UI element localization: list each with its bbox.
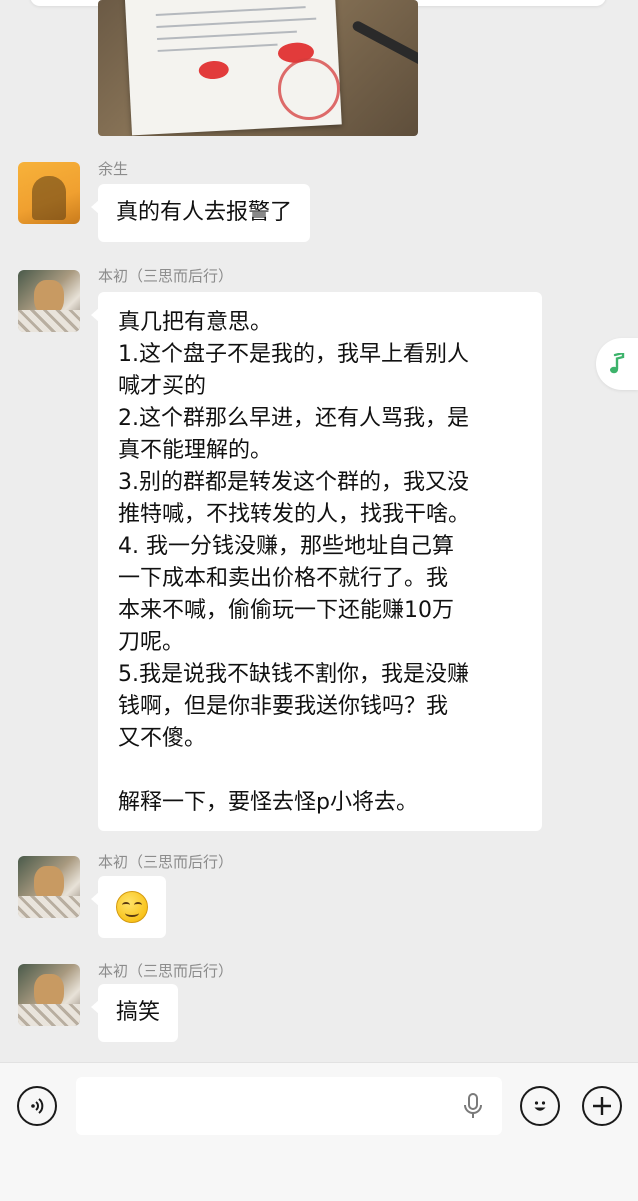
redaction-mark — [198, 60, 230, 80]
voice-toggle-button[interactable] — [17, 1086, 57, 1126]
avatar-benchu[interactable] — [18, 964, 80, 1026]
sender-name: 本初（三思而后行） — [98, 267, 234, 285]
blanket — [18, 1004, 80, 1026]
sender-name: 本初（三思而后行） — [98, 853, 234, 871]
plus-icon — [593, 1097, 611, 1115]
emoji-eye — [122, 902, 130, 908]
avatar-yusheng[interactable] — [18, 162, 80, 224]
emoji-icon — [534, 1101, 546, 1111]
police-report-photo[interactable] — [98, 0, 418, 136]
official-stamp — [278, 58, 340, 120]
emoji-eye — [134, 902, 142, 908]
message-input[interactable] — [76, 1077, 502, 1135]
doc-line — [155, 6, 306, 16]
silhouette — [32, 176, 66, 220]
sneaky-smile-emoji — [116, 891, 148, 923]
doc-line — [157, 30, 297, 40]
blanket — [18, 310, 80, 332]
pen — [350, 19, 418, 71]
emoji-button[interactable] — [520, 1086, 560, 1126]
voice-input-icon — [31, 1098, 44, 1114]
avatar-benchu[interactable] — [18, 856, 80, 918]
message-bubble[interactable]: 真的有人去报警了 — [90, 184, 311, 242]
message-bubble[interactable]: 搞笑 — [90, 984, 179, 1042]
floating-music-tab[interactable] — [596, 338, 638, 390]
doc-line — [157, 43, 278, 52]
blanket — [18, 896, 80, 918]
message-text: 真的有人去报警了 — [116, 200, 293, 225]
microphone-icon[interactable] — [462, 1092, 484, 1120]
more-options-button[interactable] — [582, 1086, 622, 1126]
sender-name: 余生 — [98, 160, 129, 178]
message-bubble[interactable]: 真几把有意思。 1.这个盘子不是我的，我早上看别人 喊才买的 2.这个群那么早进… — [91, 292, 542, 831]
doc-line — [156, 17, 317, 28]
sender-name: 本初（三思而后行） — [98, 962, 234, 980]
message-text: 真几把有意思。 1.这个盘子不是我的，我早上看别人 喊才买的 2.这个群那么早进… — [118, 310, 471, 815]
music-note-icon — [610, 353, 625, 374]
message-text: 搞笑 — [116, 1000, 161, 1025]
message-bubble[interactable] — [91, 876, 166, 938]
chat-input-bar — [0, 1062, 638, 1201]
avatar-benchu[interactable] — [18, 270, 80, 332]
emoji-mouth — [125, 909, 139, 917]
